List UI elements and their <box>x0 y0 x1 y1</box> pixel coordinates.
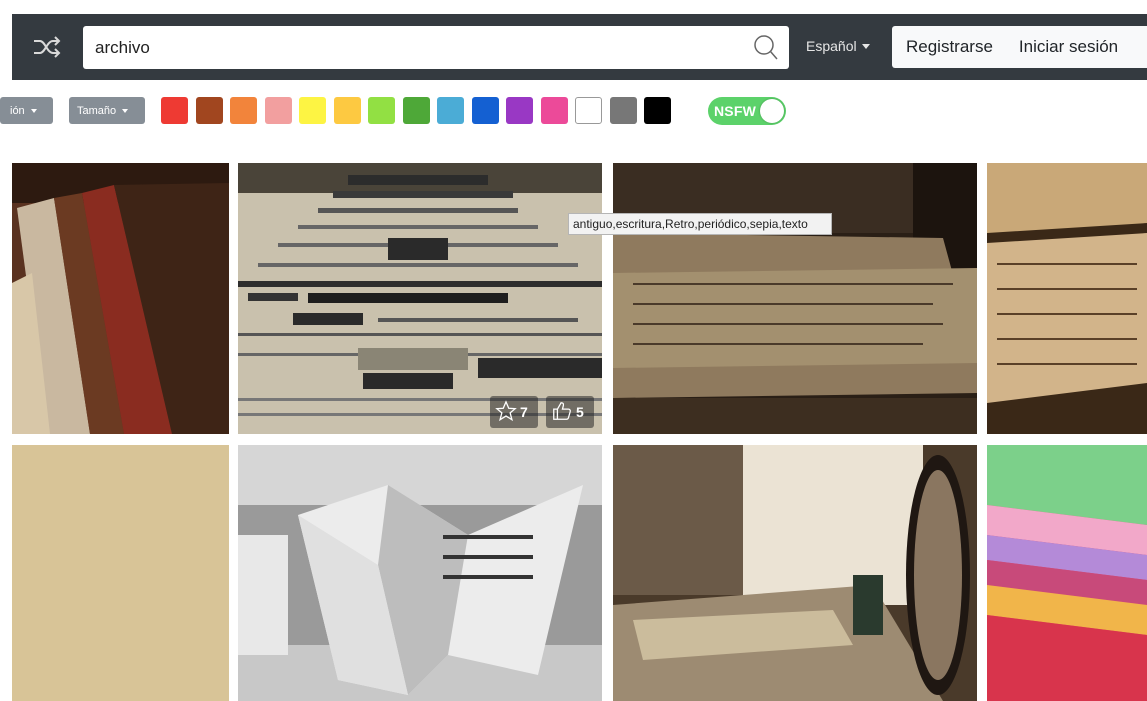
color-swatch[interactable] <box>506 97 533 124</box>
color-swatch[interactable] <box>471 97 499 124</box>
orientation-filter-label: ión <box>10 104 25 117</box>
favorites-count: 7 <box>520 404 528 420</box>
chevron-down-icon <box>861 43 870 49</box>
color-swatch[interactable] <box>540 97 568 124</box>
image-tile-vintage-desk[interactable] <box>613 445 977 701</box>
color-swatch[interactable] <box>644 97 671 124</box>
nsfw-label: NSFW <box>714 103 757 119</box>
image-tile-origami-newspaper[interactable] <box>238 445 602 701</box>
orientation-filter[interactable]: ión <box>0 97 53 124</box>
color-swatch[interactable] <box>402 97 430 124</box>
star-icon <box>495 399 517 425</box>
color-swatch[interactable] <box>195 97 223 124</box>
image-tile-colorful-paper[interactable] <box>987 445 1147 701</box>
image-tile-newspaper[interactable] <box>238 163 602 434</box>
search-input[interactable] <box>83 26 743 69</box>
chevron-down-icon <box>122 108 129 113</box>
language-label: Español <box>806 38 857 54</box>
color-swatch[interactable] <box>575 97 602 124</box>
top-navbar: Español Registrarse Iniciar sesión <box>12 14 1147 80</box>
search-box <box>83 26 789 69</box>
color-swatch[interactable] <box>264 97 292 124</box>
image-tile-old-manuscript[interactable] <box>987 163 1147 434</box>
size-filter-label: Tamaño <box>77 104 117 117</box>
size-filter[interactable]: Tamaño <box>69 97 145 124</box>
like-button[interactable]: 5 <box>546 396 594 428</box>
color-swatch[interactable] <box>299 97 326 124</box>
image-tags-tooltip: antiguo,escritura,Retro,periódico,sepia,… <box>568 213 832 235</box>
likes-count: 5 <box>576 404 584 420</box>
login-button[interactable]: Iniciar sesión <box>1019 37 1118 57</box>
image-tile-old-books[interactable] <box>12 163 229 434</box>
color-swatch[interactable] <box>437 97 464 124</box>
color-swatch[interactable] <box>161 97 188 124</box>
color-swatch[interactable] <box>609 97 637 124</box>
image-tile-handwritten-letters[interactable] <box>613 163 977 434</box>
filter-bar: ión Tamaño NSFW <box>0 96 1147 126</box>
thumbs-up-icon <box>551 400 573 425</box>
chevron-down-icon <box>30 108 37 113</box>
search-icon[interactable] <box>753 34 779 66</box>
shuffle-icon[interactable] <box>24 28 70 66</box>
nsfw-toggle[interactable]: NSFW <box>708 97 786 125</box>
toggle-knob <box>760 99 784 123</box>
color-swatch[interactable] <box>230 97 257 124</box>
image-tile-parchment-texture[interactable] <box>12 445 229 701</box>
color-swatch[interactable] <box>368 97 395 124</box>
favorite-button[interactable]: 7 <box>490 396 538 428</box>
auth-button-group: Registrarse Iniciar sesión <box>892 26 1147 68</box>
language-dropdown[interactable]: Español <box>806 38 870 54</box>
register-button[interactable]: Registrarse <box>906 37 993 57</box>
color-swatch[interactable] <box>333 97 361 124</box>
